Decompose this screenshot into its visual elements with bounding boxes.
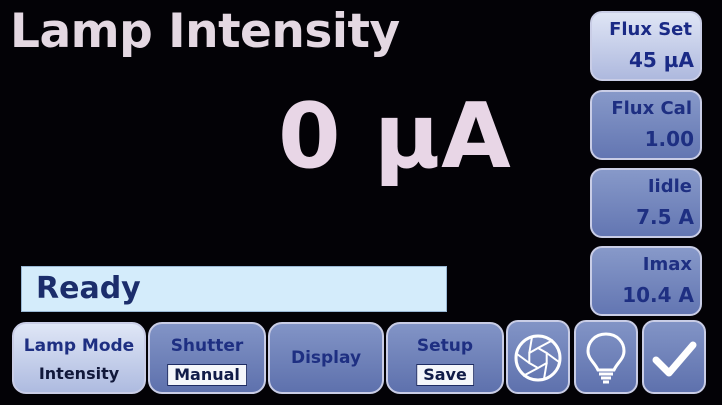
checkmark-icon (652, 341, 697, 377)
lamp-mode-button[interactable]: Lamp Mode Intensity (12, 322, 146, 394)
lamp-button[interactable] (574, 320, 638, 394)
iidle-value: 7.5 A (636, 205, 694, 229)
light-bulb-icon (586, 332, 626, 384)
confirm-button[interactable] (642, 320, 706, 394)
flux-set-value: 45 µA (629, 48, 694, 72)
flux-set-button[interactable]: Flux Set 45 µA (590, 11, 702, 81)
aperture-icon (514, 334, 562, 382)
shutter-value: Manual (167, 364, 247, 386)
page-title: Lamp Intensity (10, 4, 400, 59)
setup-button[interactable]: Setup Save (386, 322, 504, 394)
flux-cal-button[interactable]: Flux Cal 1.00 (590, 90, 702, 160)
iidle-label: Iidle (647, 176, 692, 197)
imax-value: 10.4 A (622, 283, 694, 307)
shutter-button[interactable]: Shutter Manual (148, 322, 266, 394)
status-text: Ready (36, 271, 141, 306)
lamp-mode-label: Lamp Mode (23, 336, 135, 356)
setup-label: Setup (416, 336, 474, 356)
display-label: Display (290, 348, 362, 368)
instrument-screen: Lamp Intensity 0 µA Ready Flux Set 45 µA… (0, 0, 722, 405)
lamp-mode-value: Intensity (38, 364, 120, 383)
shutter-label: Shutter (170, 336, 244, 356)
intensity-reading: 0 µA (278, 84, 512, 189)
flux-cal-value: 1.00 (644, 127, 694, 151)
iidle-button[interactable]: Iidle 7.5 A (590, 168, 702, 238)
flux-cal-label: Flux Cal (611, 98, 692, 119)
status-bar: Ready (21, 266, 447, 312)
display-button[interactable]: Display (268, 322, 384, 394)
imax-button[interactable]: Imax 10.4 A (590, 246, 702, 316)
aperture-button[interactable] (506, 320, 570, 394)
setup-value: Save (416, 364, 474, 386)
flux-set-label: Flux Set (609, 19, 692, 40)
imax-label: Imax (642, 254, 692, 275)
